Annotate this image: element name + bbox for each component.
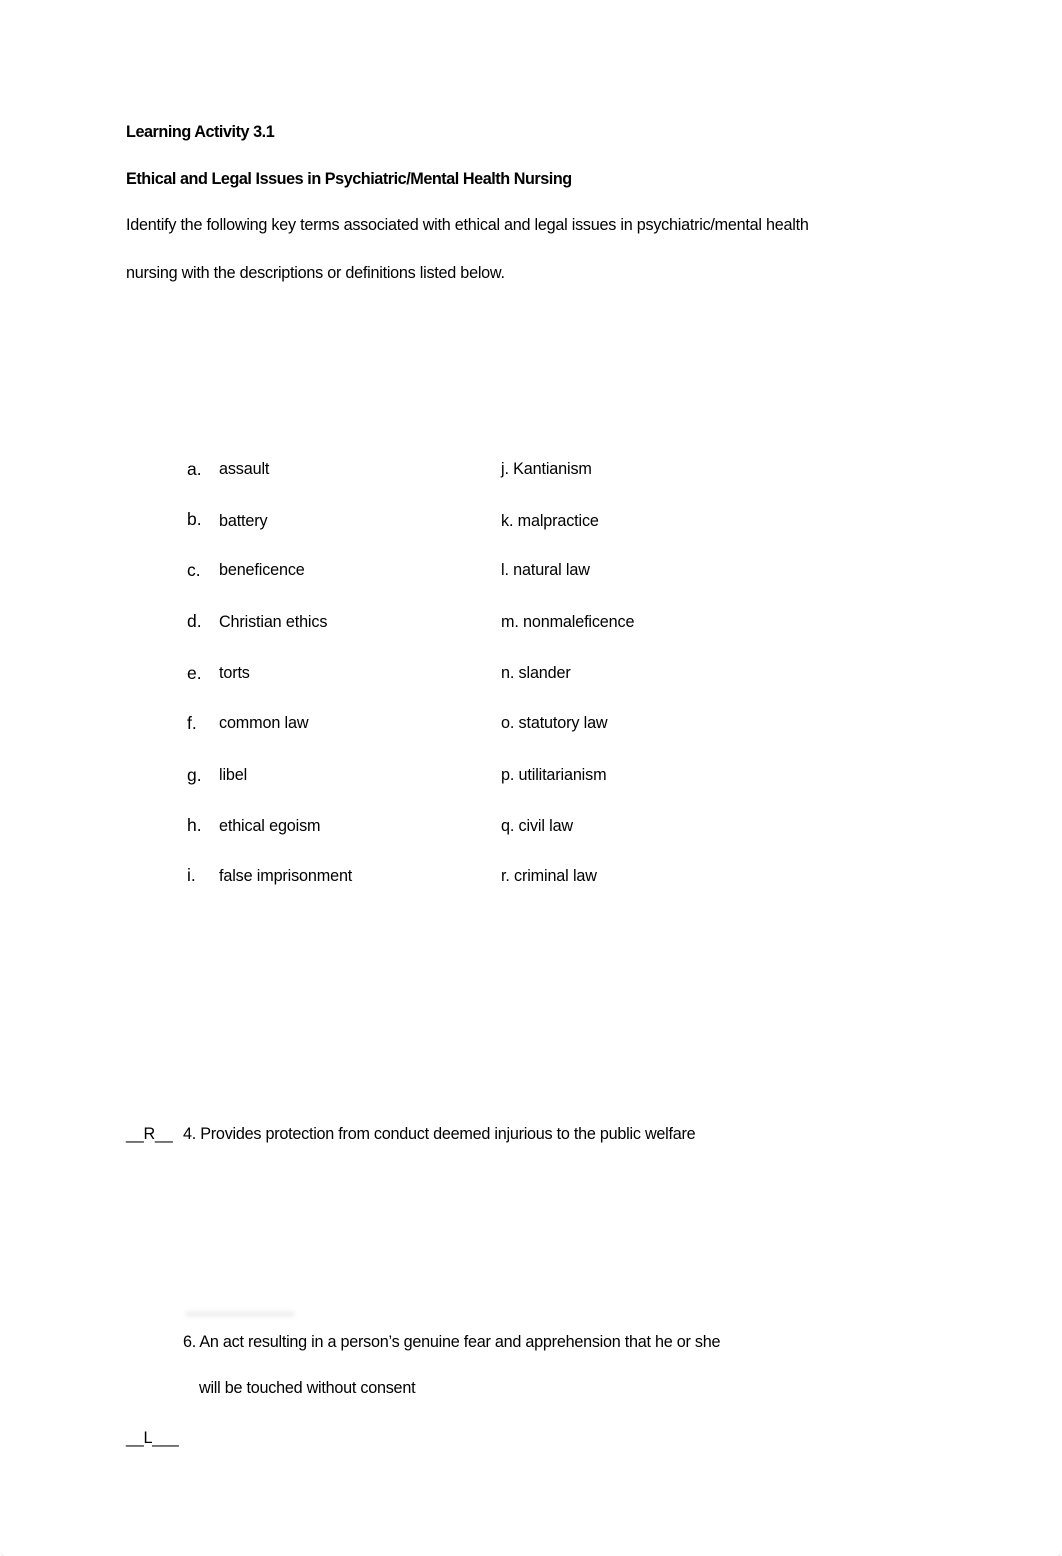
instructions-line-2: nursing with the descriptions or definit… [126, 264, 505, 282]
term-item: ethical egoism [219, 817, 321, 835]
term-marker: g. [187, 765, 202, 785]
term-item: q. civil law [501, 817, 573, 835]
answer-blank[interactable]: __L___ [126, 1428, 179, 1448]
instructions-line-1: Identify the following key terms associa… [126, 216, 809, 234]
term-item: beneficence [219, 561, 305, 579]
term-item: common law [219, 714, 309, 732]
term-item: r. criminal law [501, 867, 597, 885]
page-title: Learning Activity 3.1 [126, 123, 275, 141]
term-marker: e. [187, 663, 202, 683]
document-page: Learning Activity 3.1 Ethical and Legal … [0, 0, 1062, 1556]
question-text-line-1: 6. An act resulting in a person’s genuin… [183, 1333, 721, 1351]
question-text: 4. Provides protection from conduct deem… [183, 1125, 696, 1143]
page-subtitle: Ethical and Legal Issues in Psychiatric/… [126, 170, 572, 188]
term-item: battery [219, 512, 268, 530]
term-item: false imprisonment [219, 867, 353, 885]
term-item: Christian ethics [219, 613, 328, 631]
term-item: j. Kantianism [501, 460, 592, 478]
term-marker: c. [187, 560, 201, 580]
term-item: k. malpractice [501, 512, 599, 530]
answer-blank[interactable]: __R__ [126, 1124, 173, 1144]
term-marker: h. [187, 815, 202, 835]
term-marker: i. [187, 865, 196, 885]
term-marker: d. [187, 611, 202, 631]
term-marker: a. [187, 459, 202, 479]
question-text-line-2: will be touched without consent [199, 1379, 416, 1397]
term-item: n. slander [501, 664, 571, 682]
term-item: l. natural law [501, 561, 590, 579]
term-item: torts [219, 664, 250, 682]
term-marker: b. [187, 509, 202, 529]
term-marker: f. [187, 713, 197, 733]
term-item: m. nonmaleficence [501, 613, 635, 631]
term-item: assault [219, 460, 270, 478]
term-item: p. utilitarianism [501, 766, 607, 784]
term-item: libel [219, 766, 248, 784]
term-item: o. statutory law [501, 714, 608, 732]
scan-artifact [185, 1311, 295, 1317]
